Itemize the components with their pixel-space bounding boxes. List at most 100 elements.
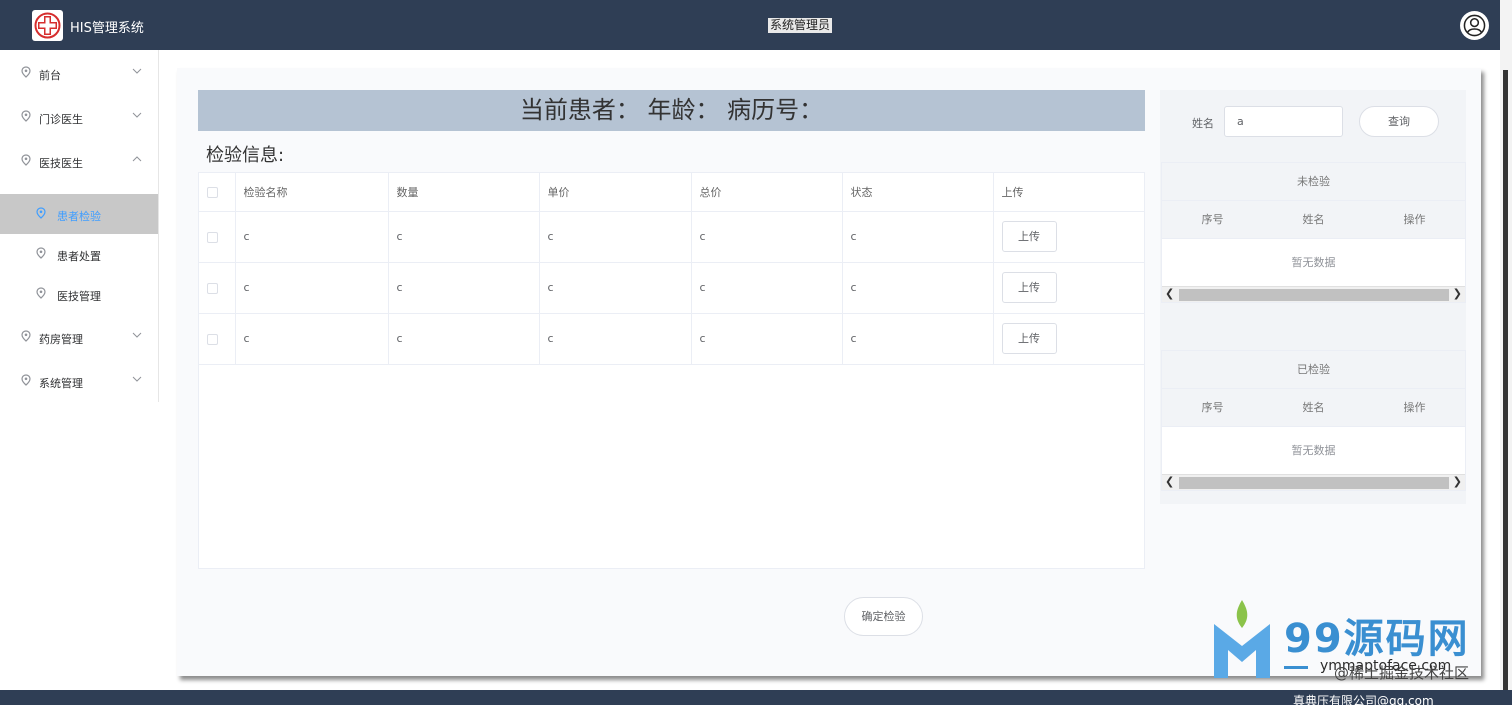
sidebar-item-label: 前台 — [39, 69, 61, 82]
scroll-right-arrow-icon[interactable]: ❯ — [1453, 475, 1462, 488]
chevron-down-icon — [132, 376, 142, 382]
cell-qty: c — [388, 211, 540, 263]
cell-status: c — [842, 262, 994, 314]
chevron-down-icon — [132, 112, 142, 118]
unchecked-patients-table: 未检验 序号 姓名 操作 暂无数据 ❮ ❯ — [1161, 162, 1466, 303]
exam-info-title: 检验信息: — [206, 145, 285, 166]
cell-total: c — [691, 262, 843, 314]
sidebar-item-patient-disposal[interactable]: 患者处置 — [0, 234, 158, 274]
watermark-brand: 99源码网 — [1284, 616, 1470, 662]
sidebar-item-outpatient-doctor[interactable]: 门诊医生 — [0, 97, 158, 137]
query-button[interactable]: 查询 — [1359, 106, 1439, 137]
watermark-community: @稀土掘金技术社区 — [1334, 664, 1470, 682]
browser-scrollbar[interactable] — [1500, 0, 1512, 705]
name-search-label: 姓名 — [1192, 117, 1214, 130]
cell-price: c — [539, 313, 692, 365]
horizontal-scrollbar[interactable]: ❮ ❯ — [1162, 474, 1465, 490]
select-all-checkbox[interactable] — [207, 186, 218, 198]
location-pin-icon — [36, 247, 46, 259]
cell-status: c — [842, 313, 994, 365]
column-header: 总价 — [691, 173, 843, 212]
name-search-input[interactable] — [1224, 106, 1343, 137]
footer: 真典压有限公司@qq.com — [0, 690, 1512, 708]
column-header: 姓名 — [1302, 401, 1325, 414]
location-pin-icon — [21, 66, 31, 78]
column-header: 序号 — [1201, 401, 1224, 414]
confirm-exam-button[interactable]: 确定检验 — [844, 597, 923, 636]
column-header: 上传 — [993, 173, 1144, 212]
chevron-down-icon — [132, 68, 142, 74]
table-row: c c c c c 上传 — [199, 211, 1144, 263]
cell-total: c — [691, 211, 843, 263]
sidebar-item-medtech-management[interactable]: 医技管理 — [0, 274, 158, 314]
sidebar-item-label: 门诊医生 — [39, 113, 83, 126]
sidebar-item-label: 药房管理 — [39, 333, 83, 346]
table-header-row: 序号 姓名 操作 — [1162, 389, 1465, 427]
scroll-left-arrow-icon[interactable]: ❮ — [1165, 475, 1174, 488]
sidebar-item-label: 系统管理 — [39, 377, 83, 390]
checked-patients-table: 已检验 序号 姓名 操作 暂无数据 ❮ ❯ — [1161, 350, 1466, 491]
current-patient-bar: 当前患者： 年龄： 病历号： — [198, 90, 1145, 131]
cell-price: c — [539, 211, 692, 263]
table-caption: 未检验 — [1162, 163, 1465, 201]
column-header: 操作 — [1403, 401, 1426, 414]
sidebar-item-label: 医技管理 — [57, 290, 101, 303]
row-checkbox[interactable] — [207, 231, 218, 243]
sidebar: 前台 门诊医生 医技医生 患者检验 患者处置 医技管理 药房管理 系统管理 — [0, 50, 159, 402]
row-checkbox[interactable] — [207, 282, 218, 294]
sidebar-item-system-management[interactable]: 系统管理 — [0, 361, 158, 401]
cell-price: c — [539, 262, 692, 314]
cell-name: c — [235, 313, 389, 365]
sidebar-item-reception[interactable]: 前台 — [0, 53, 158, 93]
table-caption: 已检验 — [1162, 351, 1465, 389]
user-role-label: 系统管理员 — [768, 18, 833, 33]
table-row: c c c c c 上传 — [199, 262, 1144, 314]
cell-name: c — [235, 262, 389, 314]
empty-state-text: 暂无数据 — [1291, 444, 1336, 457]
sidebar-item-patient-exam[interactable]: 患者检验 — [0, 194, 158, 234]
column-header: 数量 — [388, 173, 540, 212]
column-header: 单价 — [539, 173, 692, 212]
column-header: 检验名称 — [235, 173, 389, 212]
cell-qty: c — [388, 313, 540, 365]
location-pin-icon — [36, 287, 46, 299]
table-header-row: 检验名称 数量 单价 总价 状态 上传 — [199, 173, 1144, 212]
watermark: 99源码网 ymmaptoface.com @稀土掘金技术社区 — [1210, 598, 1500, 690]
location-pin-icon — [21, 330, 31, 342]
watermark-logo-icon — [1214, 600, 1270, 678]
table-header-row: 序号 姓名 操作 — [1162, 201, 1465, 239]
column-header: 姓名 — [1302, 213, 1325, 226]
row-checkbox[interactable] — [207, 333, 218, 345]
upload-button[interactable]: 上传 — [1001, 323, 1057, 354]
upload-button[interactable]: 上传 — [1001, 221, 1057, 252]
app-title: HIS管理系统 — [70, 21, 144, 36]
sidebar-item-label: 医技医生 — [39, 157, 83, 170]
scroll-right-arrow-icon[interactable]: ❯ — [1453, 287, 1462, 300]
exam-info-table: 检验名称 数量 单价 总价 状态 上传 c c c c c 上传 c c c c… — [198, 172, 1145, 569]
location-pin-icon — [21, 154, 31, 166]
empty-state-text: 暂无数据 — [1291, 256, 1336, 269]
column-header: 序号 — [1201, 213, 1224, 226]
cell-status: c — [842, 211, 994, 263]
hospital-cross-logo — [32, 10, 63, 41]
user-avatar-icon[interactable] — [1460, 11, 1489, 40]
column-header: 操作 — [1403, 213, 1426, 226]
cell-qty: c — [388, 262, 540, 314]
cell-total: c — [691, 313, 843, 365]
column-header: 状态 — [842, 173, 994, 212]
sidebar-item-label: 患者检验 — [57, 210, 101, 223]
scroll-left-arrow-icon[interactable]: ❮ — [1165, 287, 1174, 300]
footer-text: 真典压有限公司@qq.com — [1293, 694, 1434, 708]
location-pin-icon — [21, 110, 31, 122]
sidebar-item-medtech-doctor[interactable]: 医技医生 — [0, 141, 158, 181]
chevron-up-icon — [132, 156, 142, 162]
horizontal-scrollbar[interactable]: ❮ ❯ — [1162, 286, 1465, 302]
sidebar-item-label: 患者处置 — [57, 250, 101, 263]
sidebar-item-pharmacy-management[interactable]: 药房管理 — [0, 317, 158, 357]
location-pin-icon — [36, 207, 46, 219]
upload-button[interactable]: 上传 — [1001, 272, 1057, 303]
top-bar: HIS管理系统 系统管理员 — [0, 0, 1512, 50]
table-row: c c c c c 上传 — [199, 313, 1144, 365]
cell-name: c — [235, 211, 389, 263]
chevron-down-icon — [132, 332, 142, 338]
